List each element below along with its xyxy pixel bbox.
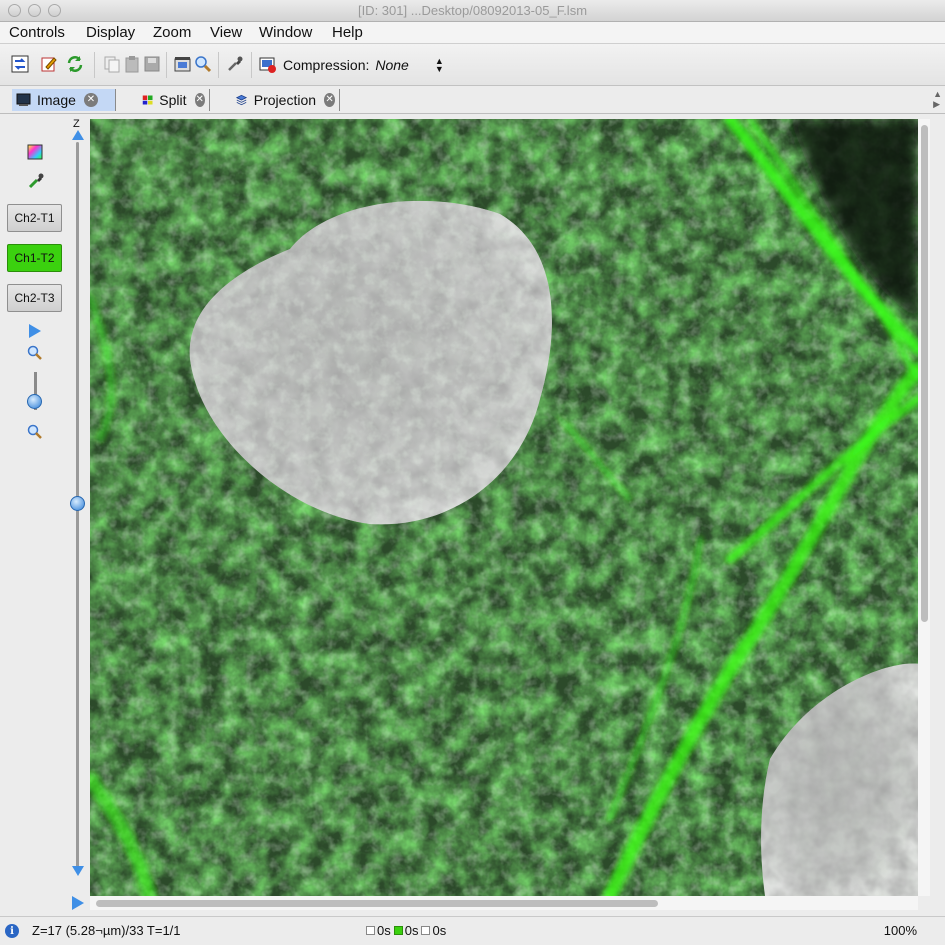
zoom-level: 100% bbox=[883, 923, 917, 938]
title-bar: [ID: 301] ...Desktop/08092013-05_F.lsm bbox=[0, 0, 945, 22]
timer-box-icon bbox=[366, 926, 375, 935]
zoom-icon[interactable] bbox=[194, 55, 212, 73]
timer-box-icon bbox=[393, 926, 403, 935]
toolbar-separator bbox=[166, 52, 167, 78]
left-control-panel: Z Ch2-T1 Ch1-T2 Ch2-T3 bbox=[0, 114, 90, 914]
tab-split-label: Split bbox=[159, 92, 187, 108]
color-palette-icon[interactable] bbox=[27, 144, 43, 160]
timer-box-icon bbox=[421, 926, 431, 935]
vertical-scroll-thumb[interactable] bbox=[921, 125, 928, 622]
tab-scroll-arrows-icon[interactable]: ▲ ▶ bbox=[933, 89, 942, 109]
refresh-icon[interactable] bbox=[66, 55, 84, 73]
horizontal-scroll-thumb[interactable] bbox=[96, 900, 658, 907]
image-tab-icon bbox=[16, 93, 31, 106]
channel-label: Ch2-T3 bbox=[14, 291, 55, 305]
view-tabs: Image ✕ Split ✕ Projection ✕ ▲ ▶ bbox=[0, 86, 945, 114]
updown-arrows-icon: ▲ ▼ bbox=[434, 56, 444, 74]
z-axis-label: Z bbox=[73, 118, 80, 130]
timer-3: 0s bbox=[421, 923, 446, 938]
toolbar-separator bbox=[251, 52, 252, 78]
microscopy-image[interactable] bbox=[90, 119, 918, 896]
channel-label: Ch2-T1 bbox=[14, 211, 55, 225]
status-text: Z=17 (5.28¬µm)/33 T=1/1 bbox=[32, 923, 181, 938]
tab-split[interactable]: Split ✕ bbox=[138, 89, 210, 111]
status-bar: i Z=17 (5.28¬µm)/33 T=1/1 0s 0s 0s 100% bbox=[0, 916, 945, 945]
compression-value[interactable]: None bbox=[375, 57, 408, 73]
timer-2: 0s bbox=[393, 923, 419, 938]
timer-1: 0s bbox=[366, 923, 391, 938]
play-icon[interactable] bbox=[29, 324, 41, 338]
tab-image[interactable]: Image ✕ bbox=[12, 89, 116, 111]
z-up-arrow-icon[interactable] bbox=[72, 130, 84, 140]
movie-icon[interactable] bbox=[174, 55, 192, 73]
menu-bar: Controls Display Zoom View Window Help bbox=[0, 22, 945, 44]
menu-controls[interactable]: Controls bbox=[9, 24, 65, 41]
toolbar-separator bbox=[94, 52, 95, 78]
compression-label: Compression: bbox=[283, 57, 370, 73]
toolbar-separator bbox=[218, 52, 219, 78]
zoom-slider-thumb[interactable] bbox=[27, 394, 42, 409]
edit-icon[interactable] bbox=[40, 55, 58, 73]
menu-view[interactable]: View bbox=[210, 24, 242, 41]
pipette-icon[interactable] bbox=[226, 55, 244, 73]
close-tab-projection-icon[interactable]: ✕ bbox=[324, 93, 335, 107]
timer-value: 0s bbox=[432, 923, 447, 938]
split-tab-icon bbox=[142, 95, 153, 105]
tab-projection[interactable]: Projection ✕ bbox=[232, 89, 340, 111]
window-title: [ID: 301] ...Desktop/08092013-05_F.lsm bbox=[357, 3, 588, 18]
close-tab-split-icon[interactable]: ✕ bbox=[194, 93, 205, 107]
zoom-in-icon[interactable] bbox=[27, 345, 43, 361]
compression-icon bbox=[259, 57, 276, 73]
image-canvas[interactable] bbox=[90, 119, 918, 896]
copy-icon[interactable] bbox=[103, 55, 121, 73]
menu-zoom[interactable]: Zoom bbox=[153, 24, 191, 41]
compression-selector[interactable]: Compression: None ▲ ▼ bbox=[259, 55, 444, 75]
channel-button-ch2-t1[interactable]: Ch2-T1 bbox=[7, 204, 62, 232]
z-play-icon[interactable] bbox=[72, 896, 84, 910]
menu-display[interactable]: Display bbox=[86, 24, 135, 41]
z-slider-thumb[interactable] bbox=[70, 496, 85, 511]
save-icon[interactable] bbox=[143, 55, 161, 73]
menu-help[interactable]: Help bbox=[332, 24, 363, 41]
z-down-arrow-icon[interactable] bbox=[72, 866, 84, 876]
toolbar: Compression: None ▲ ▼ bbox=[0, 44, 945, 86]
tab-image-label: Image bbox=[37, 92, 76, 108]
image-info-icon[interactable] bbox=[11, 55, 29, 73]
info-icon[interactable]: i bbox=[5, 924, 19, 938]
menu-window[interactable]: Window bbox=[259, 24, 312, 41]
channel-label: Ch1-T2 bbox=[14, 251, 55, 265]
paste-icon[interactable] bbox=[123, 55, 141, 73]
timer-value: 0s bbox=[404, 923, 419, 938]
channel-button-ch2-t3[interactable]: Ch2-T3 bbox=[7, 284, 62, 312]
tab-projection-label: Projection bbox=[253, 92, 317, 108]
pipette-icon[interactable] bbox=[27, 172, 45, 190]
timer-value: 0s bbox=[377, 923, 391, 938]
timers: 0s 0s 0s bbox=[366, 923, 449, 938]
projection-tab-icon bbox=[236, 94, 248, 106]
close-tab-image-icon[interactable]: ✕ bbox=[83, 93, 98, 107]
zoom-out-icon[interactable] bbox=[27, 424, 43, 440]
channel-button-ch1-t2[interactable]: Ch1-T2 bbox=[7, 244, 62, 272]
